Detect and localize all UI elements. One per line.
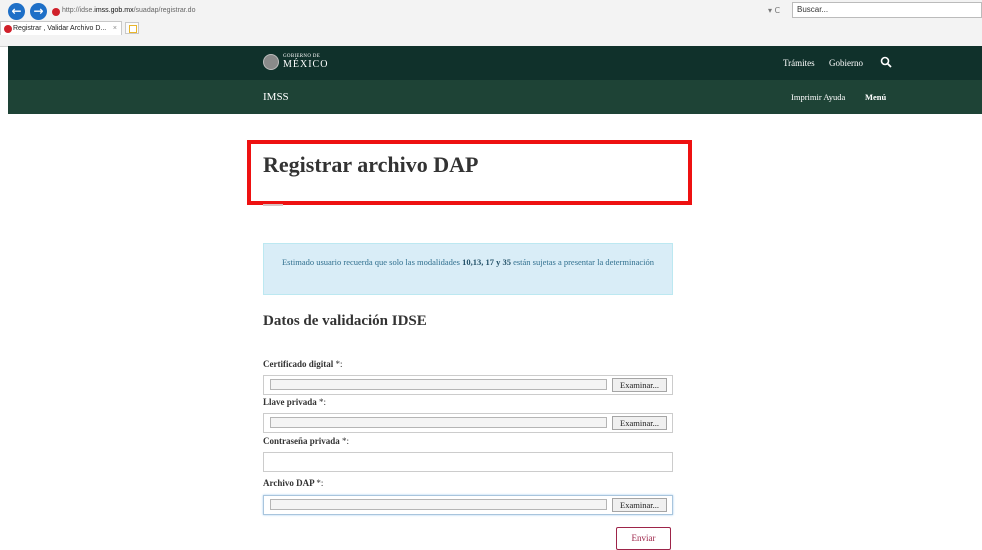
title-highlight-box xyxy=(247,140,692,205)
cert-file-input[interactable] xyxy=(270,379,607,390)
key-browse-button[interactable]: Examinar... xyxy=(612,416,667,430)
password-input[interactable] xyxy=(263,452,673,472)
password-label: Contraseña privada *: xyxy=(263,436,350,446)
refresh-icon[interactable]: ▾ C xyxy=(768,4,780,18)
tab-title: Registrar , Validar Archivo D... xyxy=(13,25,107,32)
dap-file-input[interactable] xyxy=(270,499,607,510)
browser-chrome: ← → http://idse.imss.gob.mx/suadap/regis… xyxy=(0,0,982,47)
title-underline xyxy=(263,204,283,206)
dap-browse-button[interactable]: Examinar... xyxy=(612,498,667,512)
section-title: Datos de validación IDSE xyxy=(263,313,427,329)
dap-label: Archivo DAP *: xyxy=(263,478,324,488)
search-icon[interactable] xyxy=(880,56,892,68)
cert-label: Certificado digital *: xyxy=(263,359,343,369)
forward-button[interactable]: → xyxy=(30,3,47,20)
nav-gobierno[interactable]: Gobierno xyxy=(829,46,863,80)
key-file-field: Examinar... xyxy=(263,413,673,433)
submit-button[interactable]: Enviar xyxy=(616,527,671,550)
key-label: Llave privada *: xyxy=(263,397,327,407)
gob-seal-icon xyxy=(263,54,279,70)
key-file-input[interactable] xyxy=(270,417,607,428)
site-favicon-icon xyxy=(52,8,60,16)
print-help-link[interactable]: Imprimir Ayuda xyxy=(791,80,845,114)
cert-file-field: Examinar... xyxy=(263,375,673,395)
address-bar[interactable]: http://idse.imss.gob.mx/suadap/registrar… xyxy=(62,4,762,18)
cert-browse-button[interactable]: Examinar... xyxy=(612,378,667,392)
browser-search-input[interactable]: Buscar... xyxy=(792,2,982,18)
nav-tramites[interactable]: Trámites xyxy=(783,46,815,80)
browser-tab[interactable]: Registrar , Validar Archivo D... × xyxy=(0,21,122,35)
back-button[interactable]: ← xyxy=(8,3,25,20)
menu-link[interactable]: Menú xyxy=(865,80,886,114)
gob-mexico-logo[interactable]: GOBIERNO DE MÉXICO xyxy=(283,54,328,70)
tab-favicon-icon xyxy=(4,25,12,33)
info-alert: Estimado usuario recuerda que solo las m… xyxy=(263,243,673,295)
new-tab-button[interactable] xyxy=(125,22,139,34)
dap-file-field: Examinar... xyxy=(263,495,673,515)
tab-close-icon[interactable]: × xyxy=(113,22,117,36)
imss-header: IMSS Imprimir Ayuda Menú xyxy=(8,80,982,114)
gob-header: GOBIERNO DE MÉXICO Trámites Gobierno xyxy=(8,46,982,80)
imss-title[interactable]: IMSS xyxy=(263,80,289,114)
